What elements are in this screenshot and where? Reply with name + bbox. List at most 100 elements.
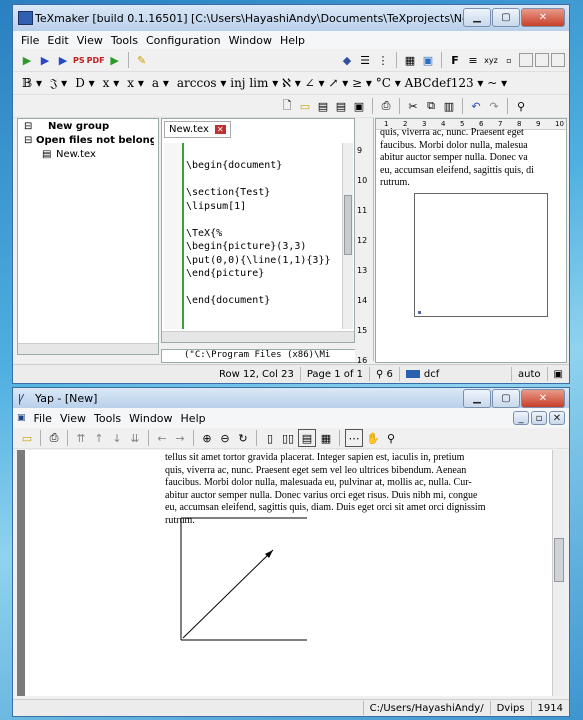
yap-titlebar[interactable]: Ꝩ Yap - [New] ▁ ▢ ✕	[13, 388, 569, 408]
ascii-icon[interactable]: xyz	[483, 52, 499, 68]
doc-restore-button[interactable]: ▫	[531, 411, 547, 425]
next-page-icon[interactable]: ↓	[109, 430, 125, 446]
next-icon[interactable]: ▶	[55, 52, 71, 68]
editor-hscrollbar[interactable]	[162, 331, 354, 342]
forward-icon[interactable]: →	[172, 430, 188, 446]
yap-menu-view[interactable]: View	[56, 412, 90, 425]
continuous-double-icon[interactable]: ▦	[318, 430, 334, 446]
yap-minimize-button[interactable]: ▁	[463, 389, 491, 408]
cut-icon[interactable]: ✂	[405, 98, 421, 114]
menu-window[interactable]: Window	[225, 34, 276, 47]
minimize-button[interactable]: ▁	[463, 8, 491, 27]
sub-icon[interactable]: x ▾	[100, 76, 123, 90]
tree-expander[interactable]: ⊟	[24, 121, 32, 132]
bookmark-icon[interactable]: ◆	[339, 52, 355, 68]
paste-icon[interactable]: ▥	[441, 98, 457, 114]
run-icon[interactable]: ▶	[37, 52, 53, 68]
yap-maximize-button[interactable]: ▢	[492, 389, 520, 408]
code-area[interactable]: \begin{document} \section{Test} \lipsum[1…	[186, 159, 338, 329]
yap-menu-help[interactable]: Help	[177, 412, 210, 425]
tree-expander[interactable]: ⊟	[24, 135, 32, 146]
win-left-icon[interactable]	[519, 53, 533, 67]
quick-build-icon[interactable]: ▶	[19, 52, 35, 68]
tab-close-icon[interactable]: ✕	[214, 125, 226, 134]
acc-icon[interactable]: a ▾	[149, 76, 172, 90]
tree-group-new[interactable]: New group	[48, 121, 109, 132]
print-icon[interactable]: ⎙	[378, 98, 394, 114]
back-icon[interactable]: ←	[154, 430, 170, 446]
align-icon[interactable]: ≡	[465, 52, 481, 68]
command-line-field[interactable]: ("C:\Program Files (x86)\Mi	[161, 349, 359, 363]
close-file-icon[interactable]: ▣	[351, 98, 367, 114]
clean-icon[interactable]: ✎	[134, 52, 150, 68]
last-page-icon[interactable]: ⇊	[127, 430, 143, 446]
new-file-icon[interactable]: 🗋	[279, 98, 295, 114]
auto-indicator[interactable]: auto	[511, 367, 547, 381]
select-tool-icon[interactable]: ⋯	[345, 429, 363, 447]
tab-newtex[interactable]: New.tex ✕	[164, 121, 231, 138]
undo-icon[interactable]: ↶	[468, 98, 484, 114]
zoom-indicator[interactable]: ⚲ 6	[368, 367, 399, 381]
delim-icon[interactable]: D ▾	[72, 76, 97, 90]
sup-icon[interactable]: x ▾	[124, 76, 147, 90]
bold-math-icon[interactable]: 𝔹 ▾	[19, 76, 45, 90]
maximize-button[interactable]: ▢	[492, 8, 520, 27]
menu-tools[interactable]: Tools	[107, 34, 142, 47]
font-icon[interactable]: F	[447, 52, 463, 68]
yap-vscrollbar[interactable]	[552, 450, 565, 696]
single-page-icon[interactable]: ▯	[262, 430, 278, 446]
zoom-in-icon[interactable]: ⊕	[199, 430, 215, 446]
enum-icon[interactable]: ⋮	[375, 52, 391, 68]
tree-hscrollbar[interactable]	[18, 343, 158, 354]
ps-icon[interactable]: PS	[73, 52, 85, 68]
math-functions-text[interactable]: arccos ▾ inj lim ▾ ℵ ▾ ∠ ▾ ↗ ▾ ≥ ▾ °C ▾ …	[174, 76, 510, 90]
hand-tool-icon[interactable]: ✋	[365, 430, 381, 446]
menu-file[interactable]: File	[17, 34, 43, 47]
menu-help[interactable]: Help	[276, 34, 309, 47]
open-icon[interactable]: ▭	[19, 430, 35, 446]
script-icon[interactable]: 𝔍 ▾	[47, 76, 70, 91]
prev-page-icon[interactable]: ↑	[91, 430, 107, 446]
win-mid-icon[interactable]	[535, 53, 549, 67]
image-icon[interactable]: ▣	[420, 52, 436, 68]
close-button[interactable]: ✕	[521, 8, 565, 27]
save-all-icon[interactable]: ▤	[333, 98, 349, 114]
texmaker-titlebar[interactable]: TeXmaker [build 0.1.16501] [C:\Users\Hay…	[13, 5, 569, 31]
refresh-icon[interactable]: ↻	[235, 430, 251, 446]
yap-menu-tools[interactable]: Tools	[90, 412, 125, 425]
editor-vscrollbar[interactable]	[342, 143, 353, 329]
view-icon[interactable]: ▶	[107, 52, 123, 68]
pdf-icon[interactable]: PDF	[87, 52, 105, 68]
yap-menu-window[interactable]: Window	[125, 412, 176, 425]
editor-scroll-thumb[interactable]	[344, 195, 352, 255]
copy-icon[interactable]: ⧉	[423, 98, 439, 114]
menu-edit[interactable]: Edit	[43, 34, 72, 47]
color-icon[interactable]: ▫	[501, 52, 517, 68]
yap-menu-file[interactable]: File	[30, 412, 56, 425]
tree-open-files[interactable]: Open files not belonging...	[36, 135, 154, 146]
find-icon[interactable]: ⚲	[513, 98, 529, 114]
tree-file-newtex[interactable]: New.tex	[56, 149, 96, 160]
doc-close-button[interactable]: ✕	[549, 411, 565, 425]
yap-text-line: faucibus. Morbi dolor nulla, malesuada e…	[165, 477, 472, 488]
double-page-icon[interactable]: ▯▯	[280, 430, 296, 446]
save-icon[interactable]: ▤	[315, 98, 331, 114]
zoom-out-icon[interactable]: ⊖	[217, 430, 233, 446]
line-number: 14	[357, 296, 368, 305]
menu-view[interactable]: View	[73, 34, 107, 47]
continuous-icon[interactable]: ▤	[298, 429, 316, 447]
redo-icon[interactable]: ↷	[486, 98, 502, 114]
mode-indicator[interactable]: dcf	[398, 367, 445, 381]
doc-minimize-button[interactable]: _	[513, 411, 529, 425]
magnifier-icon[interactable]: ⚲	[383, 430, 399, 446]
yap-scroll-thumb[interactable]	[554, 538, 564, 582]
print-icon[interactable]: ⎙	[46, 430, 62, 446]
list-icon[interactable]: ☰	[357, 52, 373, 68]
win-right-icon[interactable]	[551, 53, 565, 67]
yap-close-button[interactable]: ✕	[521, 389, 565, 408]
menu-configuration[interactable]: Configuration	[142, 34, 225, 47]
first-page-icon[interactable]: ⇈	[73, 430, 89, 446]
table-icon[interactable]: ▦	[402, 52, 418, 68]
zoom-icon: ⚲	[375, 368, 384, 380]
open-icon[interactable]: ▭	[297, 98, 313, 114]
